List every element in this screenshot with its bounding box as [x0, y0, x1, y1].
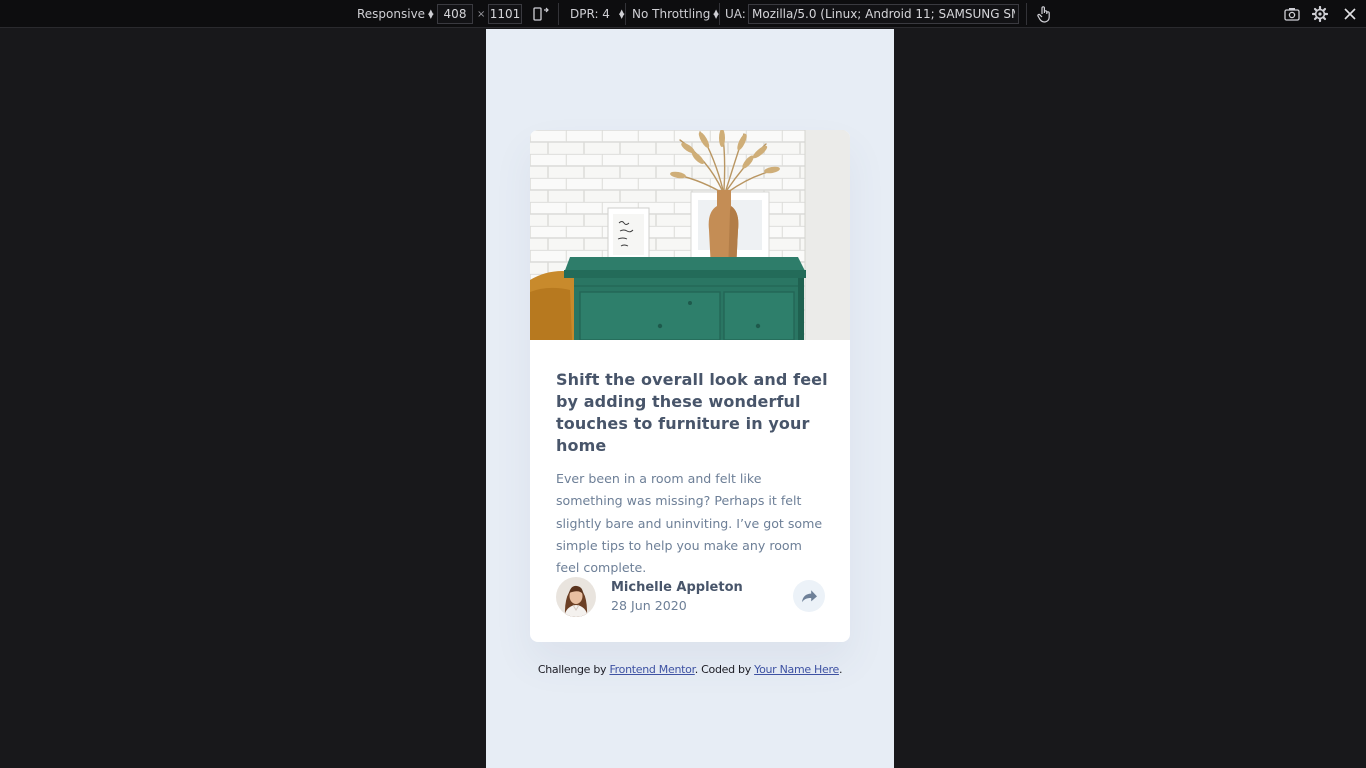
- ua-label: UA:: [725, 7, 746, 21]
- throttling-select[interactable]: No Throttling ▲ ▼: [632, 0, 719, 28]
- updown-icon: ▲ ▼: [428, 8, 434, 20]
- share-button[interactable]: [793, 580, 825, 612]
- camera-icon[interactable]: [1282, 4, 1302, 24]
- attribution-suffix: .: [838, 663, 843, 676]
- updown-icon: ▲ ▼: [713, 8, 719, 20]
- attribution-middle: . Coded by: [694, 663, 755, 676]
- throttling-select-label: No Throttling: [632, 7, 711, 21]
- attribution: Challenge by Frontend Mentor. Coded by Y…: [486, 663, 894, 676]
- drawers-image: [530, 130, 850, 341]
- device-select[interactable]: Responsive ▲ ▼: [357, 0, 433, 28]
- touch-simulation-icon[interactable]: [1034, 4, 1054, 24]
- card-content: Shift the overall look and feel by addin…: [556, 369, 828, 579]
- article-preview-card: Shift the overall look and feel by addin…: [530, 130, 850, 642]
- author-name: Michelle Appleton: [611, 580, 743, 595]
- device-select-label: Responsive: [357, 7, 426, 21]
- article-title[interactable]: Shift the overall look and feel by addin…: [556, 369, 828, 457]
- post-date: 28 Jun 2020: [611, 598, 687, 613]
- share-arrow-icon: [801, 589, 817, 602]
- dpr-select[interactable]: DPR: 4 ▲ ▼: [570, 0, 624, 28]
- avatar: [556, 577, 596, 617]
- author-link[interactable]: Your Name Here: [754, 663, 839, 676]
- responsive-toolbar: Responsive ▲ ▼ 408 × 1101 DPR: 4 ▲ ▼ No Th…: [0, 0, 1366, 28]
- viewport-height-input[interactable]: 1101: [488, 4, 522, 24]
- close-icon[interactable]: [1340, 4, 1360, 24]
- rotate-device-icon[interactable]: [531, 4, 551, 24]
- author-row: Michelle Appleton 28 Jun 2020: [556, 577, 826, 617]
- article-description: Ever been in a room and felt like someth…: [556, 471, 823, 576]
- attribution-prefix: Challenge by: [537, 663, 610, 676]
- dpr-select-label: DPR: 4: [570, 7, 610, 21]
- gear-icon[interactable]: [1310, 4, 1330, 24]
- frontend-mentor-link[interactable]: Frontend Mentor: [609, 663, 695, 676]
- device-viewport: Shift the overall look and feel by addin…: [486, 29, 894, 768]
- viewport-width-input[interactable]: 408: [437, 4, 473, 24]
- updown-icon: ▲ ▼: [618, 8, 625, 20]
- dimension-separator: ×: [477, 8, 486, 20]
- user-agent-input[interactable]: [748, 4, 1019, 24]
